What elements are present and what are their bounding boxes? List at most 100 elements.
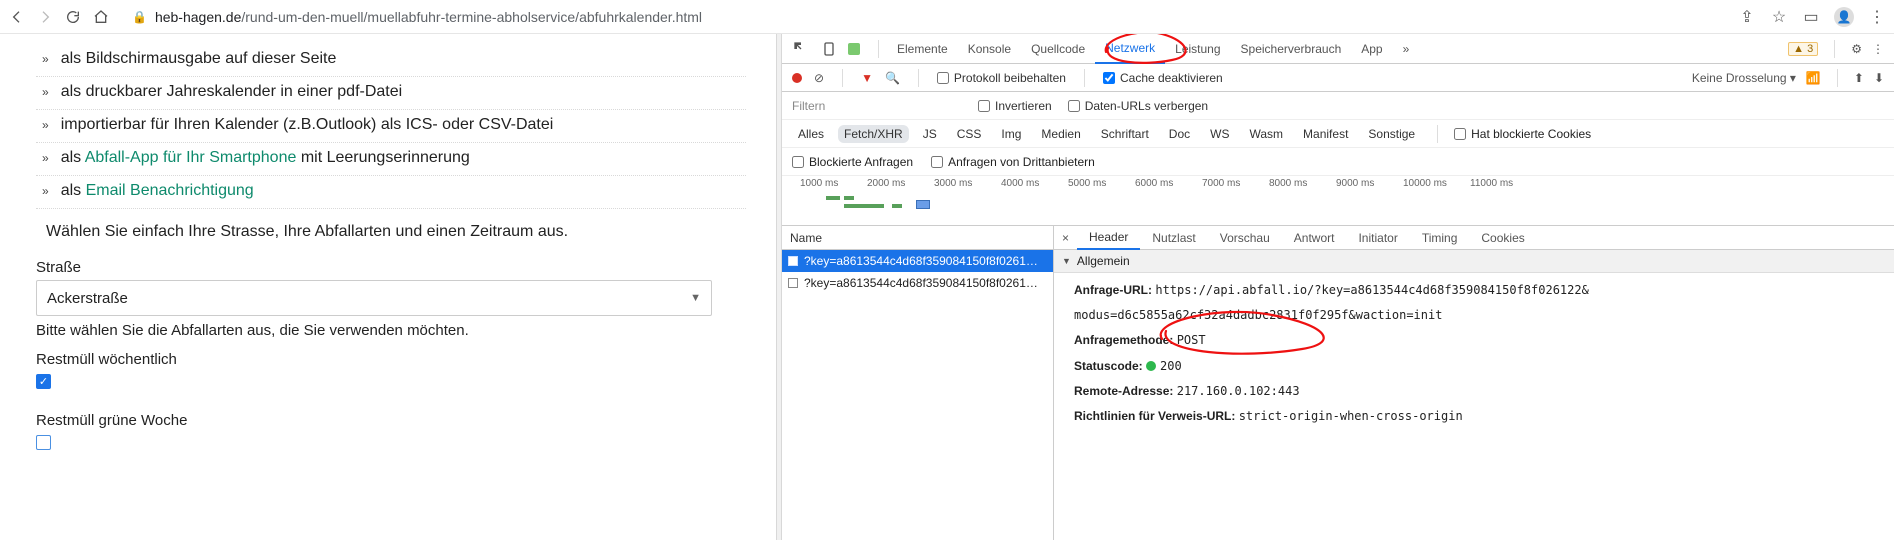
devtools-tab-konsole[interactable]: Konsole [958, 34, 1021, 64]
inspect-icon[interactable] [792, 41, 810, 57]
detail-tab-initiator[interactable]: Initiator [1346, 226, 1409, 250]
file-icon [788, 278, 798, 288]
forward-icon [36, 9, 54, 25]
thirdparty-requests[interactable]: Anfragen von Drittanbietern [931, 155, 1095, 169]
timeline-tick: 3000 ms [934, 178, 1001, 189]
timeline-tick: 5000 ms [1068, 178, 1135, 189]
checkbox1[interactable] [36, 374, 51, 389]
request-list-header[interactable]: Name [782, 226, 1053, 250]
devtools-tab-leistung[interactable]: Leistung [1165, 34, 1230, 64]
disable-cache[interactable]: Cache deaktivieren [1103, 71, 1223, 85]
link[interactable]: Email Benachrichtigung [86, 182, 254, 199]
checkbox1-label: Restmüll wöchentlich [36, 351, 746, 368]
devtools-tab-netzwerk[interactable]: Netzwerk [1095, 34, 1165, 64]
bullet-icon: » [42, 118, 49, 132]
preserve-log[interactable]: Protokoll beibehalten [937, 71, 1066, 85]
type-filter[interactable]: Fetch/XHR [838, 125, 909, 143]
type-filter[interactable]: Sonstige [1362, 125, 1421, 143]
request-row[interactable]: ?key=a8613544c4d68f359084150f8f0261… [782, 250, 1053, 272]
type-filter[interactable]: Medien [1035, 125, 1086, 143]
type-filter[interactable]: Alles [792, 125, 830, 143]
home-icon[interactable] [92, 9, 110, 25]
type-filter[interactable]: Wasm [1243, 125, 1289, 143]
list-item-text: als Email Benachrichtigung [61, 182, 254, 200]
detail-tab-nutzlast[interactable]: Nutzlast [1140, 226, 1207, 250]
blocked-requests[interactable]: Blockierte Anfragen [792, 155, 913, 169]
list-item: » als Email Benachrichtigung [36, 176, 746, 209]
list-item: »importierbar für Ihren Kalender (z.B.Ou… [36, 110, 746, 143]
devtools-tab-speicherverbrauch[interactable]: Speicherverbrauch [1231, 34, 1352, 64]
close-icon[interactable]: × [1054, 231, 1077, 245]
upload-icon[interactable]: ⬆ [1854, 71, 1864, 85]
browser-toolbar: 🔒 heb-hagen.de/rund-um-den-muell/muellab… [0, 0, 1894, 34]
type-filter[interactable]: Manifest [1297, 125, 1354, 143]
invert-filter[interactable]: Invertieren [978, 99, 1052, 113]
address-bar[interactable]: 🔒 heb-hagen.de/rund-um-den-muell/muellab… [120, 9, 920, 25]
timeline[interactable]: 1000 ms2000 ms3000 ms4000 ms5000 ms6000 … [782, 176, 1894, 226]
wifi-icon[interactable]: 📶 [1806, 71, 1821, 85]
link[interactable]: Abfall-App für Ihr Smartphone [85, 149, 297, 166]
record-icon[interactable] [792, 73, 802, 83]
referrer-policy: strict-origin-when-cross-origin [1239, 409, 1463, 423]
filter-icon[interactable]: ▼ [861, 71, 873, 85]
detail-tab-timing[interactable]: Timing [1410, 226, 1470, 250]
blocked-cookies[interactable]: Hat blockierte Cookies [1454, 127, 1591, 141]
download-icon[interactable]: ⬇ [1874, 71, 1884, 85]
kebab-icon[interactable]: ⋮ [1868, 7, 1886, 27]
type-filter[interactable]: Schriftart [1095, 125, 1155, 143]
warning-badge[interactable]: ▲ 3 [1788, 42, 1818, 56]
kebab-icon[interactable]: ⋮ [1872, 42, 1884, 56]
street-value: Ackerstraße [47, 290, 128, 307]
devtools-tab-app[interactable]: App [1351, 34, 1392, 64]
chevron-down-icon: ▼ [690, 292, 701, 304]
type-filter[interactable]: JS [917, 125, 943, 143]
devtools-tabs: ElementeKonsoleQuellcodeNetzwerkLeistung… [782, 34, 1894, 64]
search-icon[interactable]: 🔍 [885, 71, 900, 85]
back-icon[interactable] [8, 9, 26, 25]
3d-icon[interactable] [848, 43, 860, 55]
share-icon[interactable]: ⇪ [1738, 7, 1756, 27]
gear-icon[interactable]: ⚙ [1851, 42, 1862, 56]
bullet-icon: » [42, 184, 49, 198]
checkbox2[interactable] [36, 435, 51, 450]
devtools-tab-elemente[interactable]: Elemente [887, 34, 958, 64]
file-icon [788, 256, 798, 266]
remote-addr: 217.160.0.102:443 [1177, 384, 1300, 398]
bullet-icon: » [42, 85, 49, 99]
detail-tab-vorschau[interactable]: Vorschau [1208, 226, 1282, 250]
hide-dataurls[interactable]: Daten-URLs verbergen [1068, 99, 1208, 113]
devtools-tab-quellcode[interactable]: Quellcode [1021, 34, 1095, 64]
filter-input[interactable]: Filtern [792, 99, 962, 113]
request-url-cont: modus=d6c5855a62cf32a4dadbc2831f0f295f&w… [1074, 306, 1874, 325]
detail-tab-cookies[interactable]: Cookies [1469, 226, 1536, 250]
list-item-text: als Bildschirmausgabe auf dieser Seite [61, 50, 337, 68]
url-text: heb-hagen.de/rund-um-den-muell/muellabfu… [155, 9, 702, 25]
request-name: ?key=a8613544c4d68f359084150f8f0261… [804, 276, 1038, 290]
type-filter[interactable]: WS [1204, 125, 1235, 143]
reload-icon[interactable] [64, 9, 82, 25]
bookmark-icon[interactable]: ☆ [1770, 7, 1788, 27]
type-filter-bar: Alles Fetch/XHR JS CSS Img Medien Schriftart Do… [782, 120, 1894, 148]
sidepanel-icon[interactable]: ▭ [1802, 7, 1820, 27]
device-icon[interactable] [820, 41, 838, 57]
timeline-tick: 1000 ms [800, 178, 867, 189]
request-row[interactable]: ?key=a8613544c4d68f359084150f8f0261… [782, 272, 1053, 294]
clear-icon[interactable]: ⊘ [814, 71, 824, 85]
list-item-text: als Abfall-App für Ihr Smartphone mit Le… [61, 149, 470, 167]
devtools: ElementeKonsoleQuellcodeNetzwerkLeistung… [782, 34, 1894, 540]
street-select[interactable]: Ackerstraße ▼ [36, 280, 712, 316]
detail-tab-antwort[interactable]: Antwort [1282, 226, 1347, 250]
type-filter[interactable]: Img [995, 125, 1027, 143]
type-filter[interactable]: CSS [951, 125, 988, 143]
type-filter[interactable]: Doc [1163, 125, 1196, 143]
avatar[interactable]: 👤 [1834, 7, 1854, 27]
request-list: Name ?key=a8613544c4d68f359084150f8f0261… [782, 226, 1054, 540]
general-section[interactable]: ▼Allgemein [1054, 250, 1894, 273]
timeline-tick: 11000 ms [1470, 178, 1537, 189]
timeline-tick: 2000 ms [867, 178, 934, 189]
timeline-tick: 10000 ms [1403, 178, 1470, 189]
request-detail: × HeaderNutzlastVorschauAntwortInitiator… [1054, 226, 1894, 540]
throttle-select[interactable]: Keine Drosselung ▾ [1692, 71, 1796, 85]
filter-bar: Filtern Invertieren Daten-URLs verbergen [782, 92, 1894, 120]
detail-tab-header[interactable]: Header [1077, 226, 1140, 250]
